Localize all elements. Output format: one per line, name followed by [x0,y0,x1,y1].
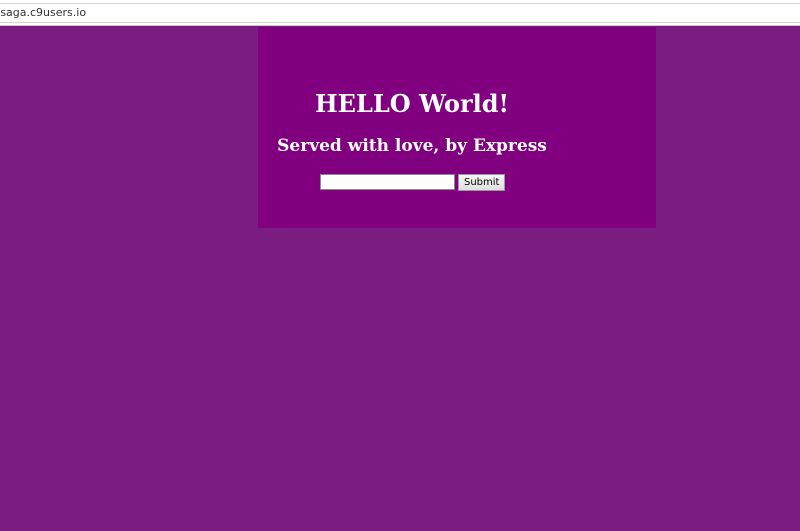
submit-form: Submit [320,173,506,191]
page-body: HELLO World! Served with love, by Expres… [0,27,800,531]
text-input[interactable] [320,174,455,190]
submit-button[interactable]: Submit [458,173,506,191]
url-text: tsaga.c9users.io [0,6,87,19]
url-input[interactable]: tsaga.c9users.io [0,3,800,23]
browser-address-bar: tsaga.c9users.io [0,0,800,26]
content-card: HELLO World! Served with love, by Expres… [258,27,656,228]
page-heading: HELLO World! [314,89,510,118]
page-subheading: Served with love, by Express [277,136,547,156]
